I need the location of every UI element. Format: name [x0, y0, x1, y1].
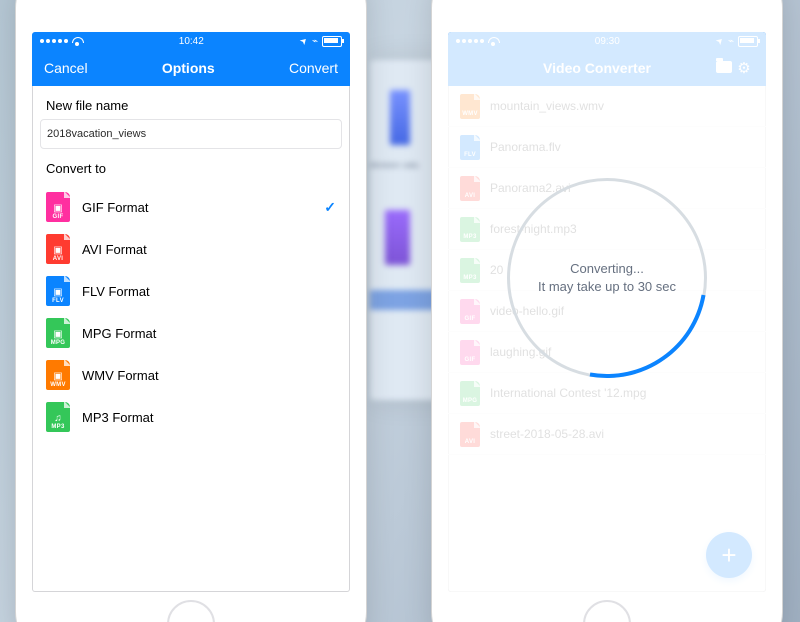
- file-row[interactable]: MPG International Contest '12.mpg: [448, 373, 766, 414]
- file-icon-mp3: MP3: [460, 217, 480, 242]
- home-button[interactable]: [583, 600, 631, 622]
- filename-value: 2018vacation_views: [47, 128, 146, 140]
- location-icon: ➤: [297, 35, 310, 48]
- format-label: GIF Format: [82, 200, 148, 215]
- convert-to-label: Convert to: [32, 149, 350, 182]
- file-icon-mpg: MPG: [460, 381, 480, 406]
- file-name: Panorama.flv: [490, 140, 561, 154]
- status-time: 09:30: [595, 36, 620, 47]
- folder-button[interactable]: [714, 60, 734, 76]
- nav-bar: Video Converter ⚙: [448, 50, 766, 86]
- format-row-avi[interactable]: ▣AVI AVI Format: [32, 228, 350, 270]
- battery-icon: [738, 36, 758, 47]
- signal-icon: [456, 39, 484, 43]
- file-icon-wmv: ▣WMV: [46, 360, 70, 390]
- nav-title: Options: [162, 60, 215, 76]
- file-icon-avi: ▣AVI: [46, 234, 70, 264]
- file-row[interactable]: FLV Panorama.flv: [448, 127, 766, 168]
- convert-button[interactable]: Convert: [289, 60, 338, 76]
- nav-title: Video Converter: [480, 60, 714, 76]
- format-row-mp3[interactable]: ♫MP3 MP3 Format: [32, 396, 350, 438]
- settings-button[interactable]: ⚙: [734, 59, 754, 77]
- format-row-wmv[interactable]: ▣WMV WMV Format: [32, 354, 350, 396]
- phone-options: 10:42 ➤ ⌁ Cancel Options Convert New fil…: [16, 0, 366, 622]
- status-bar: 09:30 ➤ ⌁: [448, 32, 766, 50]
- add-button[interactable]: +: [706, 532, 752, 578]
- status-time: 10:42: [179, 36, 204, 47]
- cancel-button[interactable]: Cancel: [44, 60, 88, 76]
- folder-icon: [716, 61, 732, 73]
- bg-label: division valu: [370, 160, 419, 170]
- file-icon-wmv: WMV: [460, 94, 480, 119]
- location-icon: ➤: [713, 35, 726, 48]
- file-icon-gif: GIF: [460, 299, 480, 324]
- home-button[interactable]: [167, 600, 215, 622]
- file-icon-avi: AVI: [460, 176, 480, 201]
- file-icon-gif: GIF: [460, 340, 480, 365]
- file-icon-mpg: ▣MPG: [46, 318, 70, 348]
- signal-icon: [40, 39, 68, 43]
- file-icon-flv: ▣FLV: [46, 276, 70, 306]
- file-icon-gif: ▣GIF: [46, 192, 70, 222]
- phone-converter: 09:30 ➤ ⌁ Video Converter ⚙ WMV mountain_…: [432, 0, 782, 622]
- file-name: street-2018-05-28.avi: [490, 427, 604, 441]
- file-name: mountain_views.wmv: [490, 99, 604, 113]
- file-icon-mp3: ♫MP3: [46, 402, 70, 432]
- format-row-gif[interactable]: ▣GIF GIF Format ✓: [32, 186, 350, 228]
- file-icon-flv: FLV: [460, 135, 480, 160]
- plus-icon: +: [721, 540, 736, 571]
- file-icon-avi: AVI: [460, 422, 480, 447]
- filename-label: New file name: [32, 86, 350, 119]
- wifi-icon: [72, 37, 83, 45]
- format-row-mpg[interactable]: ▣MPG MPG Format: [32, 312, 350, 354]
- file-name: International Contest '12.mpg: [490, 386, 646, 400]
- bluetooth-icon: ⌁: [728, 36, 734, 47]
- file-name: 20: [490, 263, 503, 277]
- file-icon-mp3: MP3: [460, 258, 480, 283]
- format-row-flv[interactable]: ▣FLV FLV Format: [32, 270, 350, 312]
- status-bar: 10:42 ➤ ⌁: [32, 32, 350, 50]
- battery-icon: [322, 36, 342, 47]
- progress-ring-arc: [468, 139, 747, 418]
- format-label: MP3 Format: [82, 410, 154, 425]
- format-label: AVI Format: [82, 242, 147, 257]
- progress-indicator: Converting... It may take up to 30 sec: [507, 178, 707, 378]
- format-label: WMV Format: [82, 368, 159, 383]
- format-label: MPG Format: [82, 326, 156, 341]
- nav-bar: Cancel Options Convert: [32, 50, 350, 86]
- wifi-icon: [488, 37, 499, 45]
- checkmark-icon: ✓: [324, 199, 336, 216]
- filename-input[interactable]: 2018vacation_views: [40, 119, 342, 149]
- bluetooth-icon: ⌁: [312, 36, 318, 47]
- file-row[interactable]: WMV mountain_views.wmv: [448, 86, 766, 127]
- file-row[interactable]: AVI street-2018-05-28.avi: [448, 414, 766, 455]
- format-label: FLV Format: [82, 284, 150, 299]
